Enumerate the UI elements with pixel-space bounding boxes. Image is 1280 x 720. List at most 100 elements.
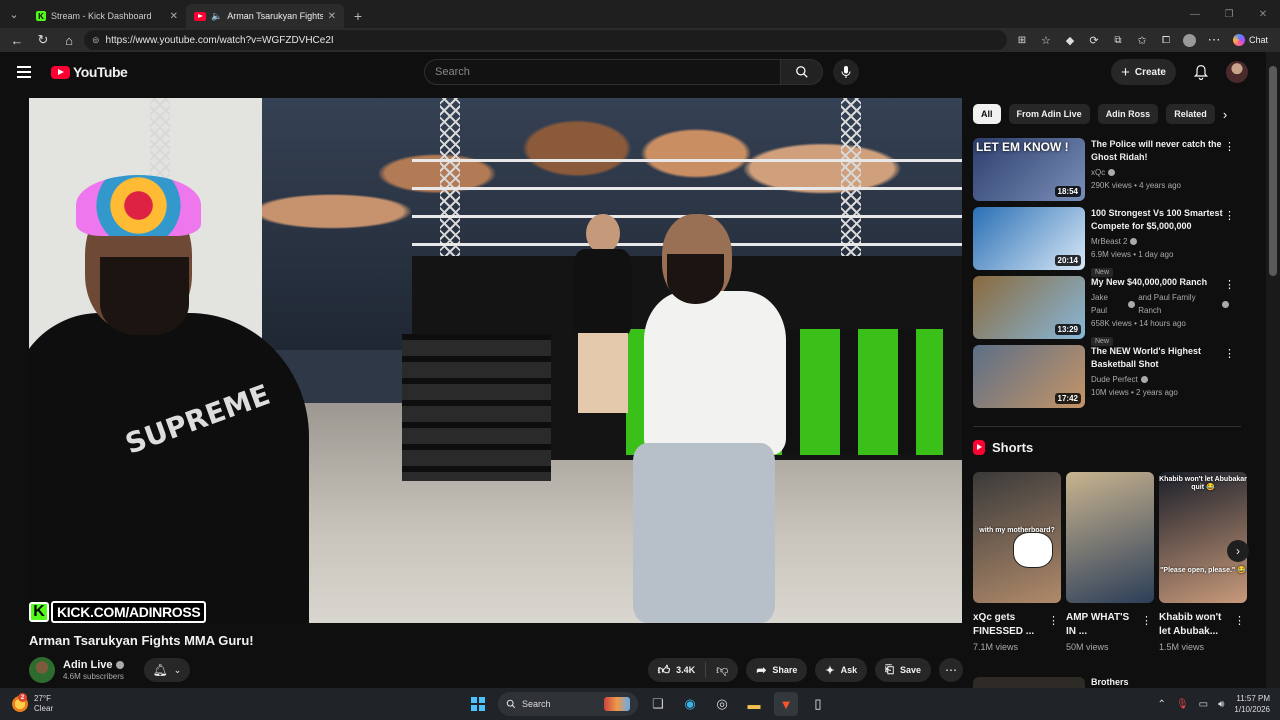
windows-start-icon[interactable] (466, 692, 490, 716)
list-item[interactable]: Brothers (973, 677, 1243, 688)
more-vert-icon[interactable]: ⋮ (1224, 140, 1235, 153)
channel-name[interactable]: Adin Live (63, 659, 124, 671)
short-item[interactable]: Khabib won't let Abubakar quit 😂 "Please… (1159, 472, 1247, 662)
minimize-icon[interactable]: — (1178, 0, 1212, 28)
time: 11:57 PM (1236, 694, 1270, 703)
url-text: https://www.youtube.com/watch?v=WGFZDVHC… (105, 34, 334, 46)
reload-icon[interactable]: ↻ (32, 29, 54, 51)
tab-list-icon[interactable]: ⌄ (0, 0, 28, 28)
share-button[interactable]: ➦ Share (746, 658, 808, 682)
scrollbar-thumb[interactable] (1269, 66, 1277, 276)
clock[interactable]: 11:57 PM 1/10/2026 (1234, 693, 1270, 715)
task-view-icon[interactable]: ❏ (646, 692, 670, 716)
more-actions-button[interactable]: ⋯ (939, 658, 963, 682)
account-avatar[interactable] (1226, 61, 1248, 83)
home-icon[interactable]: ⌂ (58, 29, 80, 51)
close-window-icon[interactable]: ✕ (1246, 0, 1280, 28)
chevron-up-icon[interactable]: ⌃ (1158, 699, 1166, 710)
chevron-right-icon[interactable]: › (1227, 540, 1249, 562)
more-vert-icon[interactable]: ⋮ (1048, 614, 1059, 627)
brave-browser-icon[interactable]: ▼ (774, 692, 798, 716)
display-icon[interactable]: ▭ (1199, 699, 1208, 710)
channel-name[interactable]: xQc (1091, 166, 1105, 179)
page-scrollbar[interactable] (1266, 52, 1280, 688)
channel-name[interactable]: MrBeast 2 (1091, 235, 1127, 248)
subscription-notification-button[interactable]: 🔔︎ ⌄ (143, 658, 190, 682)
short-item[interactable]: with my motherboard? xQc gets FINESSED .… (973, 472, 1061, 662)
save-button[interactable]: ⎗ Save (875, 658, 931, 682)
url-field[interactable]: ⊜ https://www.youtube.com/watch?v=WGFZDV… (84, 30, 1007, 50)
ask-button[interactable]: ✦ Ask (815, 658, 868, 682)
collections-icon[interactable]: ⧠ (1155, 29, 1177, 51)
edge-icon[interactable]: ◉ (678, 692, 702, 716)
video-thumbnail[interactable]: 17:42 (973, 345, 1085, 408)
menu-icon[interactable] (17, 62, 37, 82)
notepad-icon[interactable]: ▯ (806, 692, 830, 716)
video-title[interactable]: My New $40,000,000 Ranch (1091, 276, 1229, 289)
profile-icon[interactable] (1179, 29, 1201, 51)
short-thumbnail[interactable] (1066, 472, 1154, 603)
video-title[interactable]: The NEW World's Highest Basketball Shot (1091, 345, 1229, 371)
voice-search-button[interactable] (833, 59, 859, 85)
chevron-right-icon[interactable]: › (1215, 104, 1235, 124)
video-thumbnail[interactable]: 20:14 (973, 207, 1085, 270)
create-button[interactable]: + Create (1111, 59, 1176, 85)
video-title[interactable]: The Police will never catch the Ghost Ri… (1091, 138, 1229, 164)
list-item[interactable]: 20:14 100 Strongest Vs 100 Smartest Comp… (973, 207, 1243, 277)
split-screen-icon[interactable]: ⧉ (1107, 29, 1129, 51)
short-thumbnail[interactable]: Khabib won't let Abubakar quit 😂 "Please… (1159, 472, 1247, 603)
list-item[interactable]: 17:42 The NEW World's Highest Basketball… (973, 345, 1243, 409)
video-title[interactable]: 100 Strongest Vs 100 Smartest Compete fo… (1091, 207, 1229, 233)
video-thumbnail[interactable]: 13:29 (973, 276, 1085, 339)
obs-icon[interactable]: ◎ (710, 692, 734, 716)
new-tab-icon[interactable]: + (344, 4, 372, 28)
youtube-logo[interactable]: YouTube (51, 64, 128, 80)
channel-avatar[interactable] (29, 657, 55, 683)
channel-name[interactable]: Dude Perfect (1091, 373, 1138, 386)
back-icon[interactable]: ← (6, 29, 28, 51)
weather-widget[interactable]: 2 27°F Clear (12, 693, 53, 714)
chip-related[interactable]: Related (1166, 104, 1215, 124)
search-input[interactable]: Search (424, 59, 781, 85)
chip-adin-ross[interactable]: Adin Ross (1097, 104, 1159, 124)
more-vert-icon[interactable]: ⋮ (1234, 614, 1245, 627)
close-tab-icon[interactable]: ✕ (170, 11, 178, 22)
taskbar-search[interactable]: Search (498, 692, 638, 716)
more-vert-icon[interactable]: ⋮ (1224, 347, 1235, 360)
chip-all[interactable]: All (973, 104, 1001, 124)
app-icon[interactable]: ⊞ (1011, 29, 1033, 51)
dislike-button[interactable]: 👎︎ (706, 663, 738, 678)
more-vert-icon[interactable]: ⋮ (1224, 278, 1235, 291)
maximize-icon[interactable]: ❐ (1212, 0, 1246, 28)
more-vert-icon[interactable]: ⋮ (1141, 614, 1152, 627)
refresh-extension-icon[interactable]: ⟳ (1083, 29, 1105, 51)
video-thumbnail[interactable]: LET EM KNOW ! 18:54 (973, 138, 1085, 201)
short-thumbnail[interactable]: with my motherboard? (973, 472, 1061, 603)
short-title[interactable]: AMP WHAT'S IN ... (1066, 611, 1138, 639)
more-vert-icon[interactable]: ⋮ (1224, 209, 1235, 222)
short-title[interactable]: xQc gets FINESSED ... (973, 611, 1045, 639)
short-item[interactable]: AMP WHAT'S IN ... 50M views ⋮ (1066, 472, 1154, 662)
site-info-icon[interactable]: ⊜ (92, 35, 100, 46)
volume-icon[interactable]: 🔊︎ (1218, 699, 1224, 710)
microphone-icon[interactable]: 🎙︎ (1176, 699, 1189, 710)
favorite-star-icon[interactable]: ☆ (1035, 29, 1057, 51)
copilot-chat-button[interactable]: Chat (1227, 34, 1274, 46)
chip-from-adin-live[interactable]: From Adin Live (1008, 104, 1090, 124)
file-explorer-icon[interactable]: ▬ (742, 692, 766, 716)
speaker-icon[interactable]: 🔈 (211, 11, 222, 22)
close-tab-icon[interactable]: ✕ (328, 11, 336, 22)
more-menu-icon[interactable]: ⋯ (1203, 29, 1225, 51)
video-player[interactable]: SUPREME K KICK.COM/ADINROSS (29, 98, 962, 623)
list-item[interactable]: LET EM KNOW ! 18:54 The Police will neve… (973, 138, 1243, 202)
favorites-icon[interactable]: ✩ (1131, 29, 1153, 51)
list-item[interactable]: 13:29 My New $40,000,000 Ranch Jake Paul… (973, 276, 1243, 346)
tab-youtube-video[interactable]: 🔈 Arman Tsarukyan Fights MMA Guru! ✕ (186, 4, 344, 28)
tab-kick-dashboard[interactable]: K Stream - Kick Dashboard ✕ (28, 4, 186, 28)
channel-name[interactable]: Jake Paul (1091, 291, 1125, 317)
like-button[interactable]: 👍︎ 3.4K (648, 662, 707, 678)
search-button[interactable] (781, 59, 823, 85)
extension-icon[interactable]: ◆ (1059, 29, 1081, 51)
short-title[interactable]: Khabib won't let Abubak... (1159, 611, 1231, 639)
notifications-button[interactable] (1188, 59, 1214, 85)
